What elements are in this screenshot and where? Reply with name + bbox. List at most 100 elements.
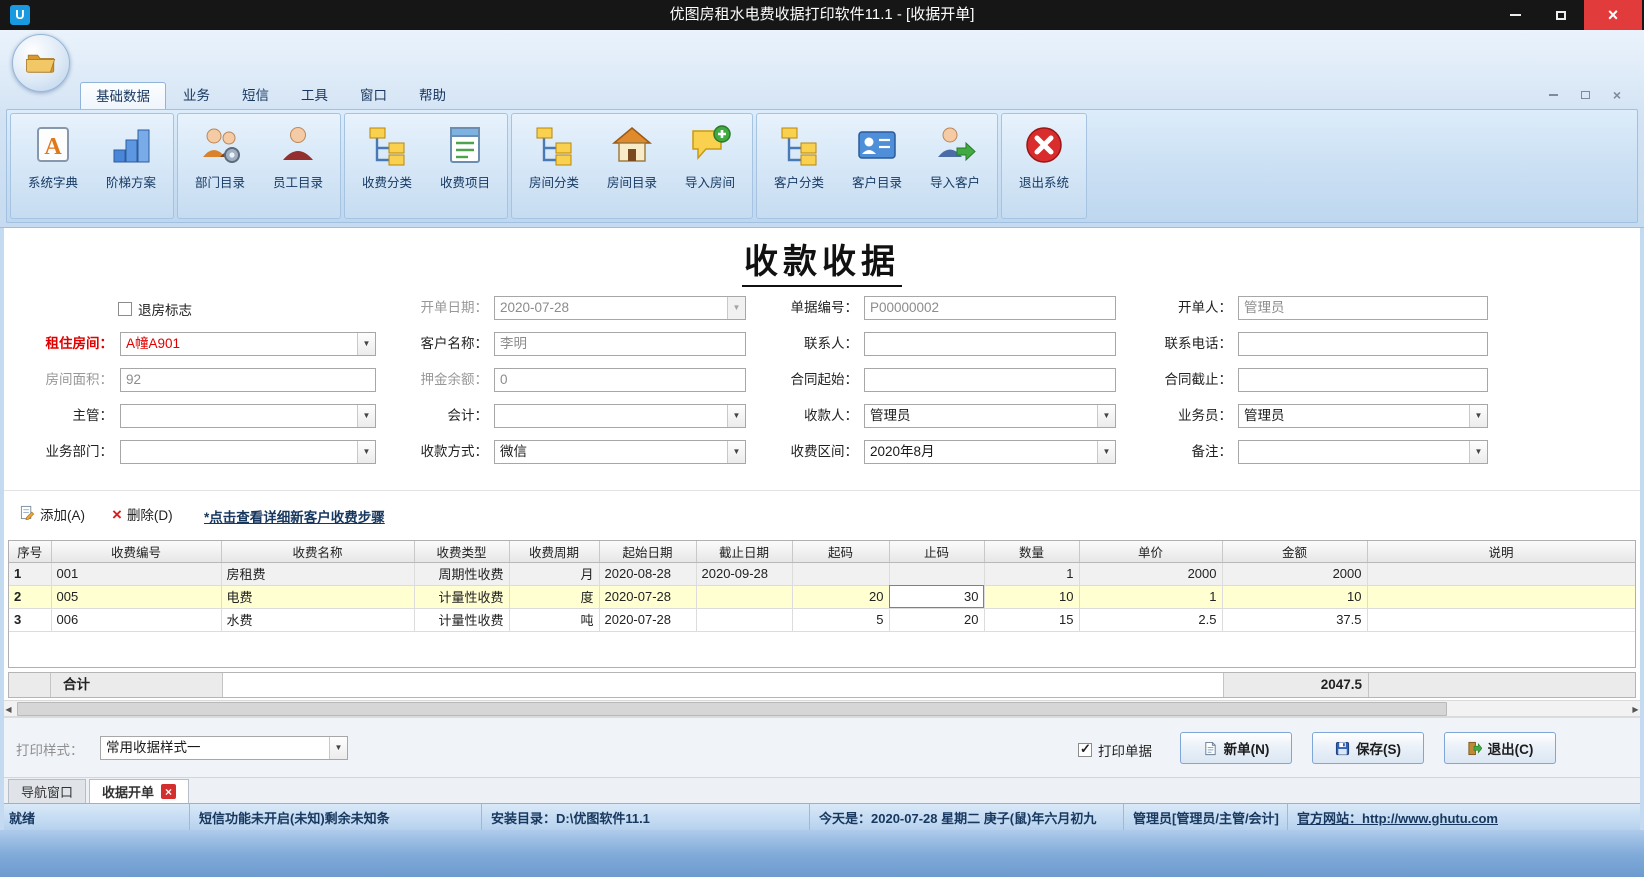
grid-col-header[interactable]: 收费周期 <box>509 541 600 563</box>
grid-row-selected[interactable]: 2 005 电费 计量性收费 度 2020-07-28 20 30 10 1 1… <box>9 585 1635 609</box>
calendar-dropdown-icon[interactable] <box>727 297 745 319</box>
ribbon-button-exit-system[interactable]: 退出系统 <box>1005 116 1083 214</box>
deposit-field[interactable]: 0 <box>494 368 746 392</box>
grid-col-header[interactable]: 金额 <box>1222 541 1368 563</box>
new-button[interactable]: 新单(N) <box>1180 732 1292 764</box>
grid-cell[interactable]: 2020-09-28 <box>696 562 793 586</box>
status-website-link[interactable]: 官方网站：http://www.ghutu.com <box>1288 804 1644 830</box>
grid-col-header[interactable]: 收费编号 <box>51 541 222 563</box>
biller-field[interactable]: 管理员 <box>1238 296 1488 320</box>
grid-cell[interactable]: 15 <box>984 608 1080 632</box>
chevron-down-icon[interactable] <box>357 405 375 427</box>
grid-col-header[interactable]: 起码 <box>792 541 890 563</box>
room-select[interactable]: A幢A901 <box>120 332 376 356</box>
grid-cell[interactable]: 月 <box>509 562 600 586</box>
grid-cell-editing[interactable]: 30 <box>889 585 985 609</box>
ribbon-button-employee-directory[interactable]: 员工目录 <box>259 116 337 214</box>
checkout-flag-checkbox[interactable]: 退房标志 <box>118 299 192 319</box>
grid-cell[interactable]: 水费 <box>221 608 415 632</box>
tab-basic-data[interactable]: 基础数据 <box>80 82 166 109</box>
grid-cell[interactable]: 10 <box>1222 585 1368 609</box>
grid-cell[interactable]: 3 <box>9 608 52 632</box>
tab-close-icon[interactable] <box>161 784 177 799</box>
tab-sms[interactable]: 短信 <box>227 82 284 109</box>
grid-cell[interactable] <box>889 562 985 586</box>
grid-col-header[interactable]: 收费类型 <box>414 541 510 563</box>
checkbox-checked-icon[interactable] <box>1078 741 1092 757</box>
remark-select[interactable] <box>1238 440 1488 464</box>
grid-row[interactable]: 1 001 房租费 周期性收费 月 2020-08-28 2020-09-28 … <box>9 562 1635 586</box>
add-row-button[interactable]: 添加(A) <box>20 504 85 524</box>
grid-col-header[interactable]: 收费名称 <box>221 541 415 563</box>
grid-col-header[interactable]: 止码 <box>889 541 985 563</box>
tab-nav-window[interactable]: 导航窗口 <box>8 779 87 803</box>
accountant-select[interactable] <box>494 404 746 428</box>
grid-cell[interactable]: 5 <box>792 608 890 632</box>
grid-cell[interactable]: 20 <box>792 585 890 609</box>
grid-cell[interactable]: 001 <box>51 562 222 586</box>
grid-col-header[interactable]: 单价 <box>1079 541 1223 563</box>
ribbon-button-room-category[interactable]: 房间分类 <box>515 116 593 214</box>
grid-cell[interactable] <box>696 585 793 609</box>
grid-col-header[interactable]: 起始日期 <box>599 541 697 563</box>
grid-col-header[interactable]: 截止日期 <box>696 541 793 563</box>
contract-start-field[interactable] <box>864 368 1116 392</box>
grid-cell[interactable] <box>1367 562 1635 586</box>
mdi-minimize-button[interactable] <box>1542 87 1564 103</box>
grid-cell[interactable]: 2 <box>9 585 52 609</box>
bill-no-field[interactable]: P00000002 <box>864 296 1116 320</box>
tab-receipt-billing[interactable]: 收据开单 <box>89 779 190 803</box>
delete-row-button[interactable]: 删除(D) <box>112 504 173 524</box>
contract-end-field[interactable] <box>1238 368 1488 392</box>
chevron-down-icon[interactable] <box>727 405 745 427</box>
chevron-down-icon[interactable] <box>329 737 347 759</box>
grid-cell[interactable]: 吨 <box>509 608 600 632</box>
exit-button[interactable]: 退出(C) <box>1444 732 1556 764</box>
print-receipt-checkbox[interactable]: 打印单据 <box>1078 740 1152 760</box>
mdi-maximize-button[interactable] <box>1574 87 1596 103</box>
grid-cell[interactable]: 电费 <box>221 585 415 609</box>
print-style-select[interactable]: 常用收据样式一 <box>100 736 348 760</box>
tab-help[interactable]: 帮助 <box>404 82 461 109</box>
grid-cell[interactable]: 1 <box>1079 585 1223 609</box>
ribbon-button-import-customer[interactable]: 导入客户 <box>916 116 994 214</box>
grid-cell[interactable] <box>1367 585 1635 609</box>
grid-cell[interactable]: 计量性收费 <box>414 585 510 609</box>
grid-cell[interactable]: 度 <box>509 585 600 609</box>
ribbon-button-customer-directory[interactable]: 客户目录 <box>838 116 916 214</box>
ribbon-button-fee-item[interactable]: 收费项目 <box>426 116 504 214</box>
ribbon-button-department-directory[interactable]: 部门目录 <box>181 116 259 214</box>
grid-cell[interactable] <box>696 608 793 632</box>
grid-row[interactable]: 3 006 水费 计量性收费 吨 2020-07-28 5 20 15 2.5 … <box>9 608 1635 632</box>
ribbon-button-import-room[interactable]: 导入房间 <box>671 116 749 214</box>
grid-cell[interactable]: 2.5 <box>1079 608 1223 632</box>
ribbon-button-customer-category[interactable]: 客户分类 <box>760 116 838 214</box>
chevron-down-icon[interactable] <box>1469 405 1487 427</box>
grid-cell[interactable]: 10 <box>984 585 1080 609</box>
fee-range-select[interactable]: 2020年8月 <box>864 440 1116 464</box>
ribbon-button-tier-plan[interactable]: 阶梯方案 <box>92 116 170 214</box>
grid-cell[interactable]: 2000 <box>1222 562 1368 586</box>
grid-col-header[interactable]: 数量 <box>984 541 1080 563</box>
grid-cell[interactable]: 20 <box>889 608 985 632</box>
tab-window[interactable]: 窗口 <box>345 82 402 109</box>
close-button[interactable] <box>1584 0 1642 30</box>
bill-date-picker[interactable]: 2020-07-28 <box>494 296 746 320</box>
chevron-down-icon[interactable] <box>727 441 745 463</box>
chevron-down-icon[interactable] <box>357 333 375 355</box>
save-button[interactable]: 保存(S) <box>1312 732 1424 764</box>
ribbon-button-system-dictionary[interactable]: A 系统字典 <box>14 116 92 214</box>
chevron-down-icon[interactable] <box>1097 441 1115 463</box>
grid-cell[interactable] <box>1367 608 1635 632</box>
file-menu-button[interactable] <box>12 34 70 92</box>
grid-col-header[interactable]: 说明 <box>1367 541 1635 563</box>
department-select[interactable] <box>120 440 376 464</box>
minimize-button[interactable] <box>1492 0 1538 30</box>
grid-cell[interactable]: 2020-07-28 <box>599 585 697 609</box>
chevron-down-icon[interactable] <box>357 441 375 463</box>
grid-cell[interactable]: 006 <box>51 608 222 632</box>
checkbox-icon[interactable] <box>118 302 132 316</box>
contact-field[interactable] <box>864 332 1116 356</box>
ribbon-button-fee-category[interactable]: 收费分类 <box>348 116 426 214</box>
grid-cell[interactable]: 2020-07-28 <box>599 608 697 632</box>
